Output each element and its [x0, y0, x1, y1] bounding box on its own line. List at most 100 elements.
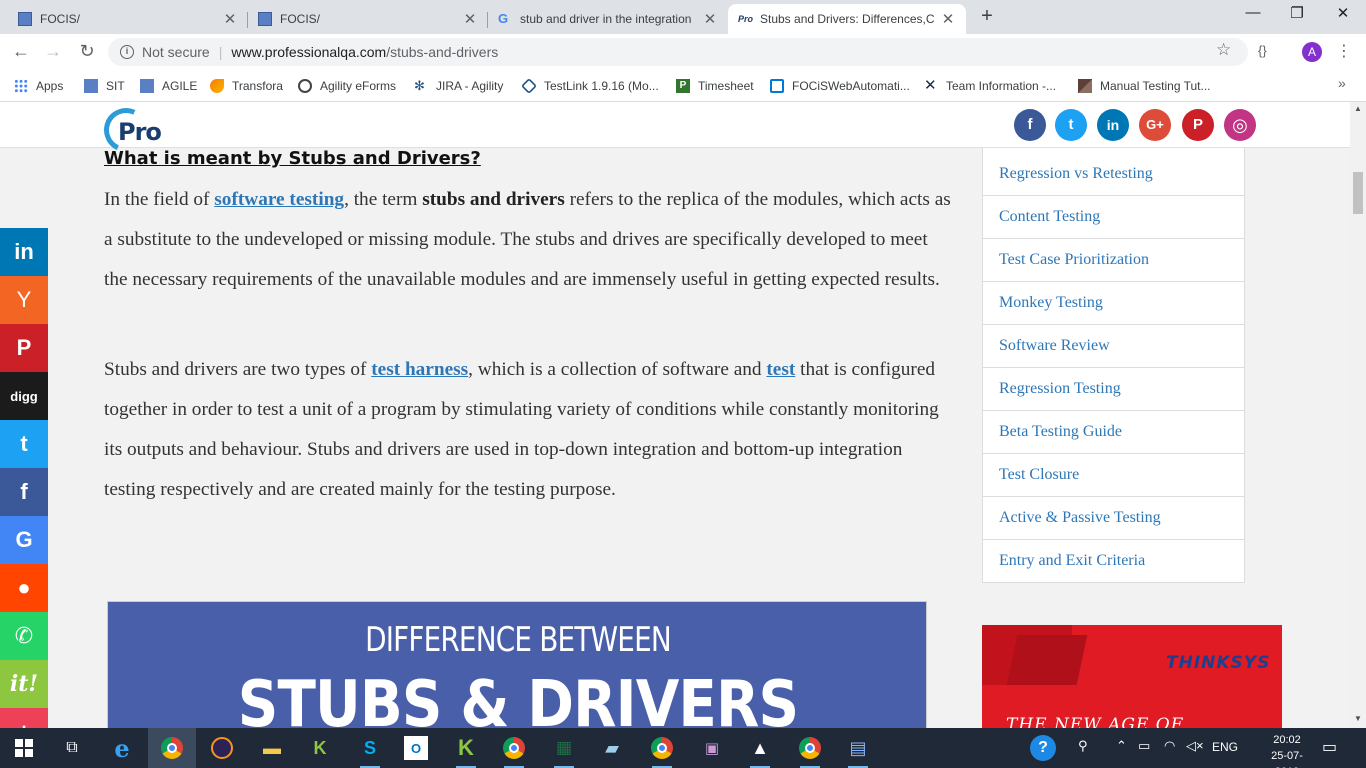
info-icon[interactable]: i — [120, 45, 134, 59]
bookmark-jira[interactable]: ✻ JIRA - Agility — [414, 77, 503, 95]
twitter-icon[interactable]: t — [1055, 109, 1087, 141]
linkedin-icon[interactable]: in — [1097, 109, 1129, 141]
task-view-icon[interactable]: ⧉ — [58, 734, 86, 762]
sidebar-link-software-review[interactable]: Software Review — [982, 325, 1245, 368]
sidebar-link-test-case-prioritization[interactable]: Test Case Prioritization — [982, 239, 1245, 282]
sidebar-link-beta-testing-guide[interactable]: Beta Testing Guide — [982, 411, 1245, 454]
windows-start-icon[interactable] — [10, 734, 38, 762]
menu-icon[interactable]: ⋮ — [1336, 41, 1352, 61]
help-icon[interactable]: ? — [1030, 735, 1056, 761]
bookmark-team-information[interactable]: ✕ Team Information -... — [924, 77, 1056, 95]
language-indicator[interactable]: ENG — [1212, 740, 1238, 754]
pinterest-share-icon[interactable]: P — [0, 324, 48, 372]
chrome-taskbar-icon[interactable] — [148, 728, 196, 768]
reload-button[interactable]: ↻ — [76, 41, 98, 62]
advertisement-banner[interactable]: THINKSYS THE NEW AGE OF — [982, 625, 1282, 728]
scroll-down-icon[interactable]: ▼ — [1354, 714, 1362, 723]
outlook-icon[interactable]: O — [404, 736, 428, 760]
facebook-share-icon[interactable]: f — [0, 468, 48, 516]
bookmark-agile[interactable]: AGILE — [140, 77, 197, 95]
digg-share-icon[interactable]: digg — [0, 372, 48, 420]
battery-icon[interactable]: ▭ — [1138, 738, 1150, 754]
sidebar-link-monkey-testing[interactable]: Monkey Testing — [982, 282, 1245, 325]
show-hidden-icons-icon[interactable]: ⌃ — [1116, 738, 1127, 754]
file-explorer-icon[interactable]: ▬ — [258, 734, 286, 762]
restore-button[interactable]: ❐ — [1274, 4, 1320, 22]
eclipse-icon[interactable] — [208, 734, 236, 762]
back-button[interactable]: ← — [10, 41, 32, 62]
close-window-button[interactable]: ✕ — [1320, 4, 1366, 22]
game-app-icon[interactable]: ▣ — [698, 734, 726, 762]
sidebar-link-test-closure[interactable]: Test Closure — [982, 454, 1245, 497]
bookmarks-bar: Apps SIT AGILE Transfora Agility eForms … — [0, 70, 1366, 102]
remote-desktop-icon[interactable]: ▤ — [844, 734, 872, 768]
extension-icon[interactable]: {} — [1258, 43, 1267, 58]
software-testing-link[interactable]: software testing — [214, 189, 344, 210]
browser-tab-4[interactable]: Pro Stubs and Drivers: Differences,Co ✕ — [728, 4, 966, 34]
chrome-profile-3-icon[interactable] — [648, 734, 676, 768]
scrollbar-thumb[interactable] — [1353, 172, 1363, 214]
photos-icon[interactable]: ▲ — [746, 734, 774, 768]
browser-tab-2[interactable]: FOCIS/ ✕ — [248, 4, 488, 34]
people-icon[interactable]: ⚲ — [1078, 738, 1088, 754]
sidebar-link-entry-exit-criteria[interactable]: Entry and Exit Criteria — [982, 540, 1245, 583]
test-harness-link[interactable]: test harness — [371, 359, 468, 380]
bookmark-apps[interactable]: Apps — [14, 77, 63, 95]
system-clock[interactable]: 20:02 25-07-2019 — [1262, 732, 1312, 768]
linkedin-share-icon[interactable]: in — [0, 228, 48, 276]
close-tab-icon[interactable]: ✕ — [940, 10, 956, 28]
close-tab-icon[interactable]: ✕ — [462, 10, 478, 28]
close-tab-icon[interactable]: ✕ — [222, 10, 238, 28]
address-bar[interactable]: i Not secure | www.professionalqa.com /s… — [108, 38, 1248, 66]
wifi-icon[interactable]: ◠ — [1164, 738, 1175, 754]
minimize-button[interactable]: — — [1230, 4, 1276, 21]
katalon-icon[interactable]: K — [306, 734, 334, 762]
bookmark-focis-automation[interactable]: FOCiSWebAutomati... — [770, 77, 910, 95]
new-tab-button[interactable]: + — [976, 5, 998, 28]
twitter-share-icon[interactable]: t — [0, 420, 48, 468]
bookmark-testlink[interactable]: TestLink 1.9.16 (Mo... — [521, 77, 659, 95]
instagram-icon[interactable]: ◎ — [1224, 109, 1256, 141]
test-link[interactable]: test — [766, 359, 795, 380]
notes-icon[interactable]: ▰ — [598, 734, 626, 762]
instapaper-share-icon[interactable]: it! — [0, 660, 48, 708]
bookmark-timesheet[interactable]: P Timesheet — [676, 77, 754, 95]
more-bookmarks-button[interactable]: » — [1338, 75, 1346, 91]
profile-avatar[interactable]: A — [1302, 42, 1322, 62]
sidebar-link-regression-testing[interactable]: Regression Testing — [982, 368, 1245, 411]
browser-tab-3[interactable]: G stub and driver in the integration ✕ — [488, 4, 728, 34]
more-share-icon[interactable]: + — [0, 708, 48, 728]
site-logo[interactable]: Pro — [97, 102, 170, 159]
apps-grid-icon — [14, 79, 28, 93]
chrome-profile-2-icon[interactable] — [500, 734, 528, 768]
bookmark-transfora[interactable]: Transfora — [210, 77, 283, 95]
skype-icon[interactable]: S — [356, 734, 384, 768]
sidebar-link-content-testing[interactable]: Content Testing — [982, 196, 1245, 239]
sidebar-link-active-passive-testing[interactable]: Active & Passive Testing — [982, 497, 1245, 540]
bookmark-sit[interactable]: SIT — [84, 77, 125, 95]
volume-muted-icon[interactable]: ◁× — [1186, 738, 1204, 754]
excel-chart-icon[interactable]: ▦ — [550, 734, 578, 768]
facebook-icon[interactable]: f — [1014, 109, 1046, 141]
reddit-share-icon[interactable]: ● — [0, 564, 48, 612]
katalon-studio-icon[interactable]: K — [452, 734, 480, 768]
bookmark-agility-eforms[interactable]: Agility eForms — [298, 77, 396, 95]
hacker-news-share-icon[interactable]: Y — [0, 276, 48, 324]
close-tab-icon[interactable]: ✕ — [702, 10, 718, 28]
scroll-up-icon[interactable]: ▲ — [1354, 104, 1362, 113]
google-share-icon[interactable]: G — [0, 516, 48, 564]
notifications-icon[interactable]: ▭ — [1322, 737, 1337, 757]
google-plus-icon[interactable]: G+ — [1139, 109, 1171, 141]
bookmark-star-icon[interactable]: ☆ — [1216, 40, 1231, 60]
forward-button[interactable]: → — [42, 41, 64, 62]
pinterest-icon[interactable]: P — [1182, 109, 1214, 141]
chrome-profile-4-icon[interactable] — [796, 734, 824, 768]
vertical-scrollbar[interactable]: ▲ ▼ — [1350, 102, 1366, 728]
whatsapp-share-icon[interactable]: ✆ — [0, 612, 48, 660]
globe-icon — [298, 79, 312, 93]
edge-icon[interactable]: e — [108, 734, 136, 763]
sidebar-link-regression-vs-retesting[interactable]: Regression vs Retesting — [982, 153, 1245, 196]
browser-tab-1[interactable]: FOCIS/ ✕ — [8, 4, 248, 34]
bookmark-manual-testing[interactable]: Manual Testing Tut... — [1078, 77, 1211, 95]
logo-text: Pro — [118, 118, 162, 146]
